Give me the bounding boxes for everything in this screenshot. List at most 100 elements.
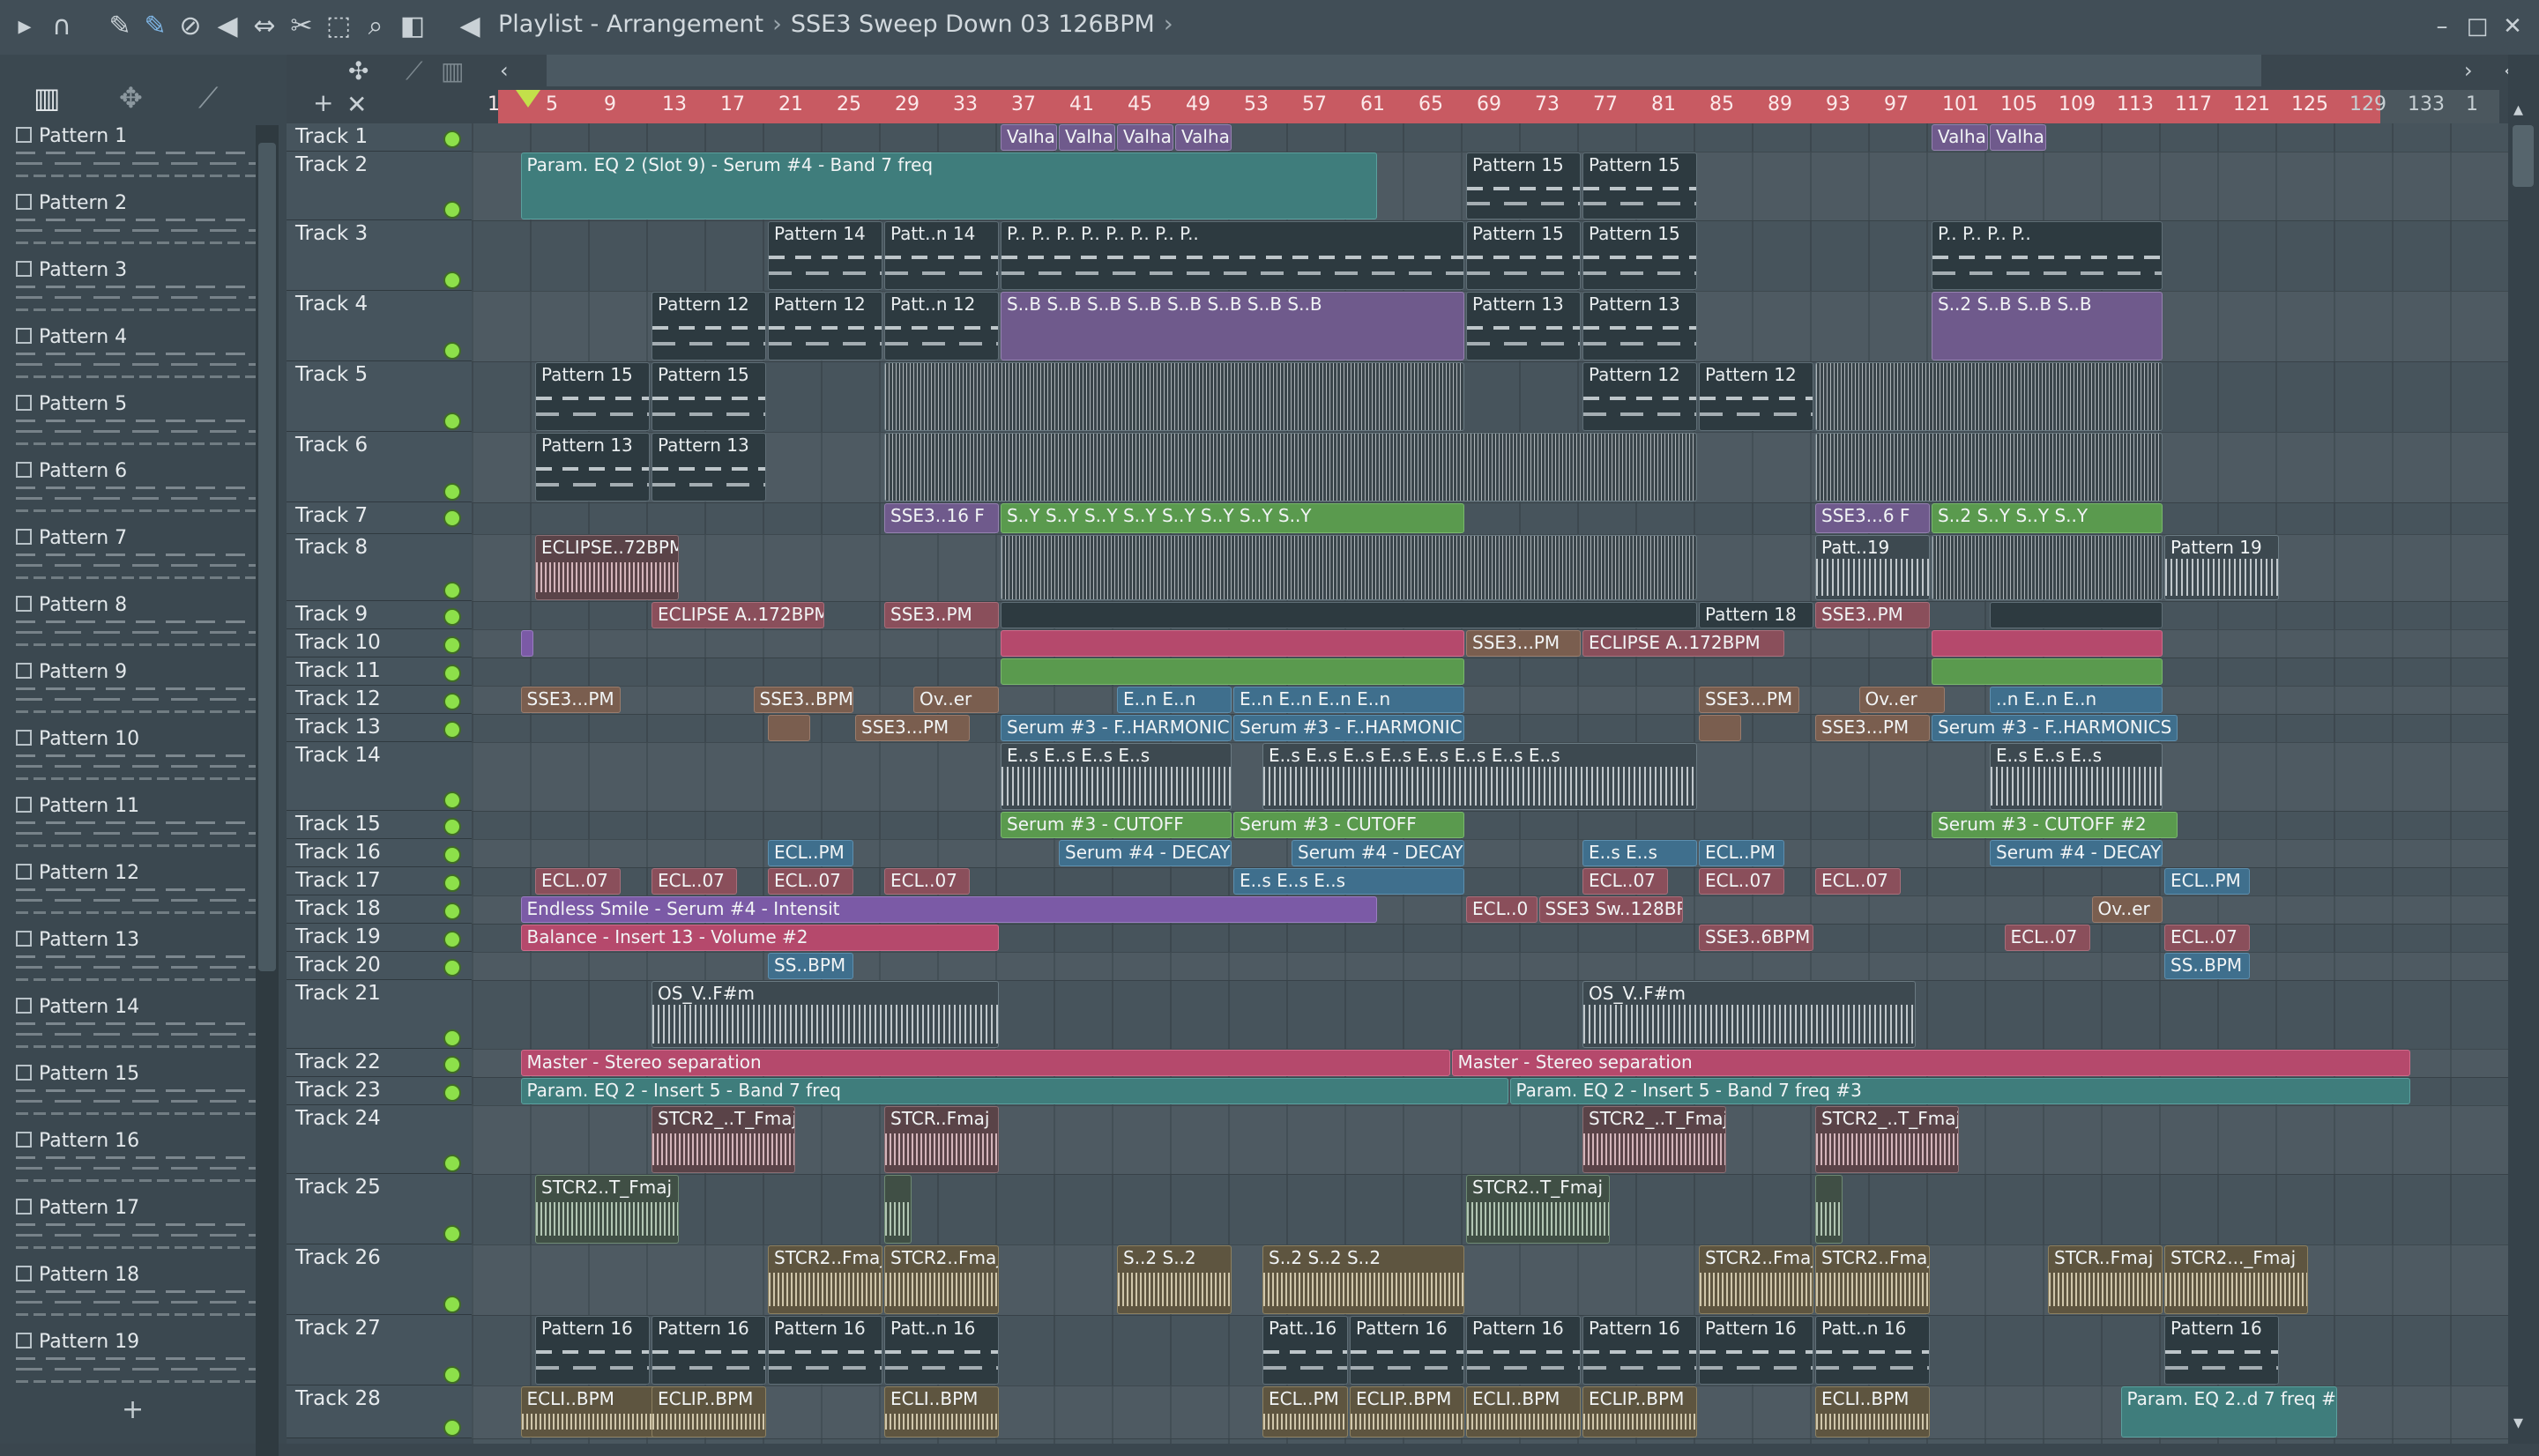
playlist-clip[interactable]: Valhall..mix xyxy=(1059,124,1115,151)
playlist-clip[interactable]: Valhall..mix xyxy=(1175,124,1232,151)
track-header[interactable]: Track 26 xyxy=(287,1244,472,1315)
zoom-tool-icon[interactable]: ⌕ xyxy=(360,11,391,42)
playlist-clip[interactable]: STCR..Fmaj xyxy=(2048,1245,2163,1314)
playlist-clip[interactable]: ECL..07 xyxy=(652,868,737,895)
track-header[interactable]: Track 27 xyxy=(287,1315,472,1385)
track-name[interactable]: Track 13 xyxy=(295,716,381,739)
pattern-item[interactable]: Pattern 10 xyxy=(12,726,263,790)
playlist-clip[interactable]: SSE3...PM xyxy=(520,687,621,713)
playlist-clip[interactable]: S..2 S..2 S..2 xyxy=(1262,1245,1464,1314)
track-name[interactable]: Track 28 xyxy=(295,1387,381,1410)
playlist-clip[interactable]: ECLI..BPM xyxy=(884,1386,999,1437)
playlist-clip[interactable]: E..s E..s E..s E..s E..s E..s E..s E..s xyxy=(1262,743,1697,810)
playlist-clip[interactable]: STCR2..Fmaj xyxy=(768,1245,882,1314)
automation-icon[interactable]: ⟋ xyxy=(198,81,218,115)
playlist-clip[interactable]: Pattern 13 xyxy=(1582,292,1697,360)
track-name[interactable]: Track 8 xyxy=(295,536,368,559)
scroll-left-icon[interactable]: ‹ xyxy=(500,58,509,83)
playlist-clip[interactable]: Pattern 16 xyxy=(1582,1316,1697,1385)
scroll-up-icon[interactable]: ▴ xyxy=(2513,99,2523,121)
playlist-clip[interactable]: Ov..er xyxy=(1858,687,1945,713)
playlist-clip[interactable]: ECL..07 xyxy=(535,868,621,895)
track-header[interactable]: Track 12 xyxy=(287,686,472,714)
playlist-clip[interactable]: SS..BPM xyxy=(2164,953,2250,979)
add-pattern-button[interactable]: + xyxy=(122,1394,144,1425)
track-lane[interactable] xyxy=(472,123,2508,152)
playlist-clip[interactable]: ECLIP..BPM xyxy=(1350,1386,1464,1437)
playlist-clip[interactable] xyxy=(884,362,1464,431)
playlist-clip[interactable]: Serum #3 - F..HARMONICS #2 xyxy=(1932,715,2178,741)
track-enable-led[interactable] xyxy=(443,130,461,148)
playlist-clip[interactable]: Param. EQ 2 (Slot 9) - Serum #4 - Band 7… xyxy=(520,152,1377,219)
track-header[interactable]: Track 9 xyxy=(287,601,472,629)
scroll-right-icon[interactable]: › xyxy=(2464,58,2473,83)
minimize-button[interactable]: – xyxy=(2424,9,2460,44)
playlist-clip[interactable]: Pattern 16 xyxy=(1350,1316,1464,1385)
playlist-clip[interactable]: ECL..07 xyxy=(768,868,853,895)
track-enable-led[interactable] xyxy=(443,721,461,739)
playlist-clip[interactable]: E..s E..s E..s xyxy=(1233,868,1464,895)
pattern-item[interactable]: Pattern 9 xyxy=(12,659,263,723)
slice-tool-icon[interactable]: ✂ xyxy=(286,11,317,42)
playlist-clip[interactable] xyxy=(768,715,810,741)
playlist-clip[interactable]: ECL..07 xyxy=(2164,925,2250,951)
playlist-clip[interactable]: ECL..PM xyxy=(1262,1386,1348,1437)
track-enable-led[interactable] xyxy=(443,509,461,527)
track-enable-led[interactable] xyxy=(443,818,461,836)
playlist-clip[interactable]: SSE3...PM xyxy=(1466,630,1581,657)
playlist-clip[interactable]: Pattern 16 xyxy=(768,1316,882,1385)
playlist-clip[interactable]: Param. EQ 2 - Insert 5 - Band 7 freq xyxy=(520,1078,1508,1104)
track-enable-led[interactable] xyxy=(443,665,461,682)
track-enable-led[interactable] xyxy=(443,959,461,977)
playlist-clip[interactable]: S..2 S..Y S..Y S..Y xyxy=(1932,503,2163,533)
track-enable-led[interactable] xyxy=(443,1155,461,1172)
track-header[interactable]: Track 4 xyxy=(287,291,472,361)
playlist-clip[interactable]: Patt..16 xyxy=(1262,1316,1348,1385)
play-arrow-icon[interactable]: ▸ xyxy=(9,11,41,42)
track-enable-led[interactable] xyxy=(443,931,461,948)
playlist-clip[interactable]: Master - Stereo separation xyxy=(1451,1050,2410,1076)
playlist-clip[interactable]: Serum #4 - DECAY xyxy=(1990,840,2163,866)
track-enable-led[interactable] xyxy=(443,846,461,864)
playlist-clip[interactable]: STCR2..Fmaj xyxy=(884,1245,999,1314)
track-header[interactable]: Track 24 xyxy=(287,1105,472,1174)
playlist-clip[interactable]: SSE3...PM xyxy=(855,715,970,741)
select-tool-icon[interactable]: ⬚ xyxy=(323,11,354,42)
playlist-clip[interactable]: Patt..19 xyxy=(1815,535,1930,600)
playlist-clip[interactable]: E..n E..n E..n E..n xyxy=(1233,687,1464,713)
playlist-clip[interactable]: ECLIPSE A..172BPM xyxy=(652,602,824,628)
pattern-item[interactable]: Pattern 5 xyxy=(12,391,263,455)
playlist-clip[interactable] xyxy=(884,1175,912,1244)
playlist-clip[interactable]: ECL..07 xyxy=(1815,868,1901,895)
track-header[interactable]: Track 7 xyxy=(287,502,472,534)
track-enable-led[interactable] xyxy=(443,412,461,430)
track-name[interactable]: Track 7 xyxy=(295,504,368,527)
delete-tool-icon[interactable]: ⊘ xyxy=(175,11,206,42)
track-header[interactable]: Track 20 xyxy=(287,952,472,980)
playlist-clip[interactable]: ECLIP..BPM xyxy=(652,1386,766,1437)
playlist-clip[interactable]: Pattern 14 xyxy=(768,221,882,290)
playlist-clip[interactable]: Pattern 13 xyxy=(1466,292,1581,360)
track-name[interactable]: Track 18 xyxy=(295,897,381,920)
playlist-clip[interactable]: SS..BPM xyxy=(768,953,853,979)
playlist-clip[interactable]: ECLI..BPM xyxy=(1466,1386,1581,1437)
playlist-clip[interactable] xyxy=(520,630,533,657)
playlist-clip[interactable] xyxy=(1932,658,2163,685)
playlist-clip[interactable]: Pattern 15 xyxy=(1466,152,1581,219)
title-pattern-arrow[interactable]: › xyxy=(1164,11,1173,38)
track-header[interactable]: Track 5 xyxy=(287,361,472,432)
playlist-clip[interactable]: Patt..n 16 xyxy=(1815,1316,1930,1385)
playlist-clip[interactable]: Pattern 16 xyxy=(1699,1316,1813,1385)
track-name[interactable]: Track 2 xyxy=(295,153,368,176)
playlist-clip[interactable]: Valhall..mix xyxy=(1117,124,1173,151)
track-header[interactable]: Track 11 xyxy=(287,657,472,686)
playlist-clip[interactable]: Pattern 15 xyxy=(652,362,766,431)
playlist-clip[interactable]: Pattern 15 xyxy=(1466,221,1581,290)
track-header[interactable]: Track 2 xyxy=(287,152,472,220)
playlist-clip[interactable]: Endless Smile - Serum #4 - Intensit xyxy=(520,896,1377,923)
track-name[interactable]: Track 23 xyxy=(295,1079,381,1102)
track-header[interactable]: Track 19 xyxy=(287,924,472,952)
playlist-clip[interactable]: Pattern 16 xyxy=(535,1316,650,1385)
track-enable-led[interactable] xyxy=(443,874,461,892)
link-icon[interactable]: ⟋ xyxy=(406,56,423,86)
